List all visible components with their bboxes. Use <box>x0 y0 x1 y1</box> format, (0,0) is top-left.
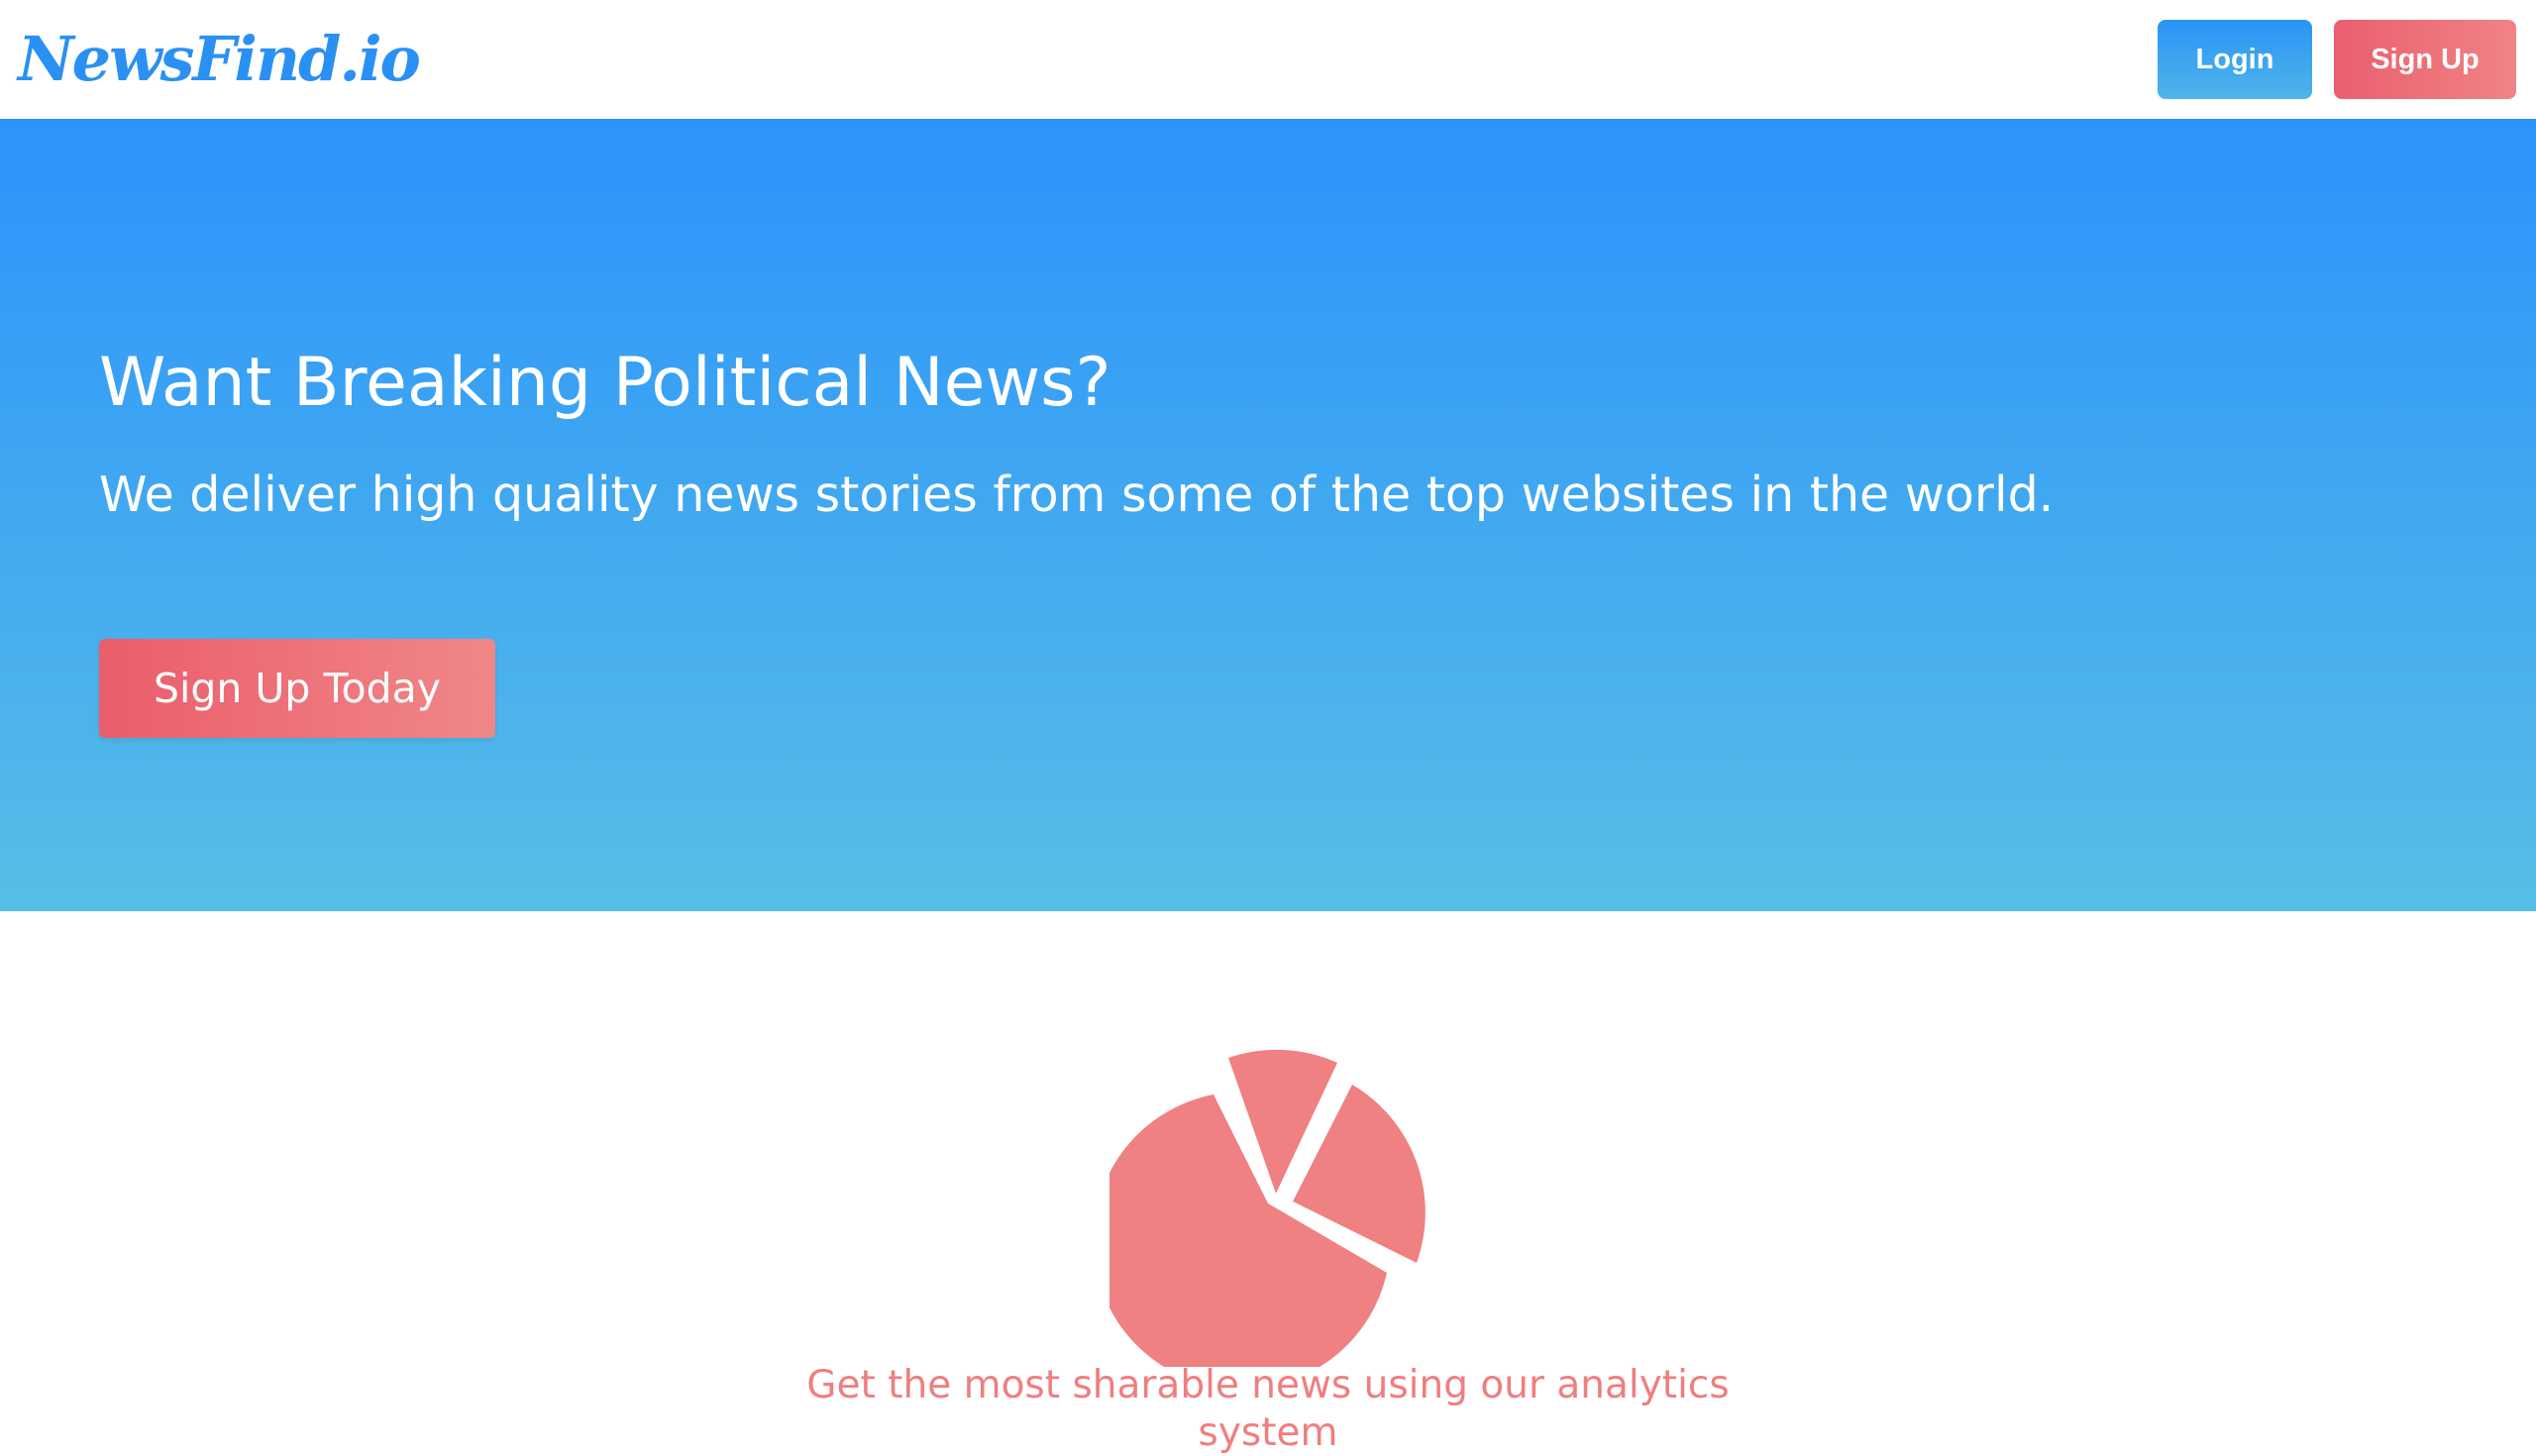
pie-chart-icon <box>1110 1049 1426 1367</box>
logo[interactable]: NewsFind.io <box>18 29 421 90</box>
top-navbar: NewsFind.io Login Sign Up <box>0 0 2536 119</box>
feature-section: Get the most sharable news using our ana… <box>0 911 2536 1455</box>
login-button[interactable]: Login <box>2158 20 2312 99</box>
sign-up-today-button[interactable]: Sign Up Today <box>99 639 495 738</box>
feature-description: Get the most sharable news using our ana… <box>806 1363 1730 1455</box>
hero-subtitle: We deliver high quality news stories fro… <box>99 467 2055 523</box>
hero-title: Want Breaking Political News? <box>99 344 1111 422</box>
signup-button[interactable]: Sign Up <box>2334 20 2516 99</box>
nav-buttons: Login Sign Up <box>2158 20 2516 99</box>
hero-section: Want Breaking Political News? We deliver… <box>0 119 2536 911</box>
